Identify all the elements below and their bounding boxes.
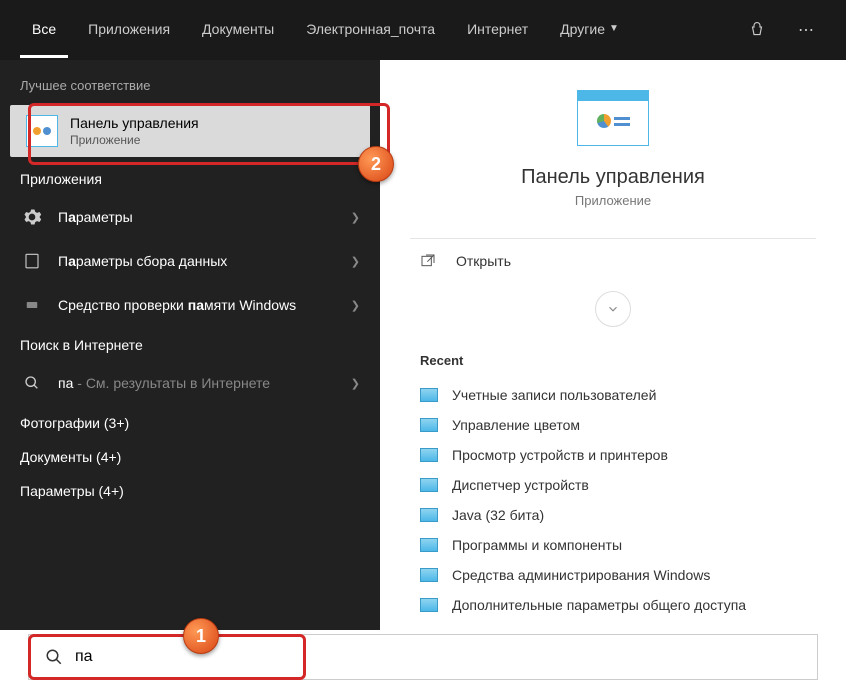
tab-documents[interactable]: Документы bbox=[190, 3, 286, 58]
apps-section-label: Приложения bbox=[0, 161, 380, 195]
web-search-item[interactable]: па - См. результаты в Интернете ❯ bbox=[0, 361, 380, 405]
recent-item[interactable]: Средства администрирования Windows bbox=[380, 560, 846, 590]
app-item-settings[interactable]: Параметры ❯ bbox=[0, 195, 380, 239]
preview-title: Панель управления bbox=[380, 166, 846, 189]
expand-button[interactable] bbox=[595, 291, 631, 327]
best-match-label: Лучшее соответствие bbox=[0, 68, 380, 101]
recent-item[interactable]: Диспетчер устройств bbox=[380, 470, 846, 500]
open-icon bbox=[420, 253, 440, 269]
chip-icon bbox=[20, 293, 44, 317]
cpl-icon bbox=[420, 418, 438, 432]
recent-item[interactable]: Программы и компоненты bbox=[380, 530, 846, 560]
cpl-icon bbox=[420, 448, 438, 462]
gear-icon bbox=[20, 205, 44, 229]
tab-internet[interactable]: Интернет bbox=[455, 3, 540, 58]
annotation-highlight-1 bbox=[28, 634, 306, 680]
cpl-icon bbox=[420, 598, 438, 612]
app-item-memory-diag[interactable]: Средство проверки памяти Windows ❯ bbox=[0, 283, 380, 327]
params-link[interactable]: Параметры (4+) bbox=[0, 473, 380, 507]
cpl-icon bbox=[420, 388, 438, 402]
preview-subtitle: Приложение bbox=[380, 193, 846, 208]
annotation-highlight-2 bbox=[28, 103, 390, 165]
recent-item[interactable]: Учетные записи пользователей bbox=[380, 380, 846, 410]
annotation-badge-2: 2 bbox=[358, 146, 394, 182]
tab-all[interactable]: Все bbox=[20, 3, 68, 58]
recent-item[interactable]: Дополнительные параметры общего доступа bbox=[380, 590, 846, 620]
feedback-icon[interactable] bbox=[736, 21, 778, 39]
documents-link[interactable]: Документы (4+) bbox=[0, 439, 380, 473]
cpl-icon bbox=[420, 478, 438, 492]
preview-panel: Панель управления Приложение Открыть Rec… bbox=[380, 60, 846, 630]
chevron-right-icon: ❯ bbox=[351, 211, 360, 224]
header-tabs: Все Приложения Документы Электронная_поч… bbox=[0, 0, 846, 60]
more-icon[interactable]: ⋯ bbox=[786, 20, 826, 40]
tab-apps[interactable]: Приложения bbox=[76, 3, 182, 58]
recent-item[interactable]: Java (32 бита) bbox=[380, 500, 846, 530]
annotation-badge-1: 1 bbox=[183, 618, 219, 654]
chevron-right-icon: ❯ bbox=[351, 299, 360, 312]
cpl-icon bbox=[420, 538, 438, 552]
chevron-right-icon: ❯ bbox=[351, 377, 360, 390]
chevron-right-icon: ❯ bbox=[351, 255, 360, 268]
tab-email[interactable]: Электронная_почта bbox=[294, 3, 447, 58]
open-action[interactable]: Открыть bbox=[380, 239, 846, 283]
web-section-label: Поиск в Интернете bbox=[0, 327, 380, 361]
chevron-down-icon: ▼ bbox=[609, 23, 619, 34]
app-item-data-collection[interactable]: Параметры сбора данных ❯ bbox=[0, 239, 380, 283]
cpl-icon bbox=[420, 508, 438, 522]
recent-item[interactable]: Просмотр устройств и принтеров bbox=[380, 440, 846, 470]
control-panel-large-icon bbox=[577, 90, 649, 146]
recent-item[interactable]: Управление цветом bbox=[380, 410, 846, 440]
cpl-icon bbox=[420, 568, 438, 582]
tab-more[interactable]: Другие ▼ bbox=[548, 3, 631, 58]
photos-link[interactable]: Фотографии (3+) bbox=[0, 405, 380, 439]
search-icon bbox=[20, 371, 44, 395]
document-icon bbox=[20, 249, 44, 273]
recent-label: Recent bbox=[380, 347, 846, 380]
